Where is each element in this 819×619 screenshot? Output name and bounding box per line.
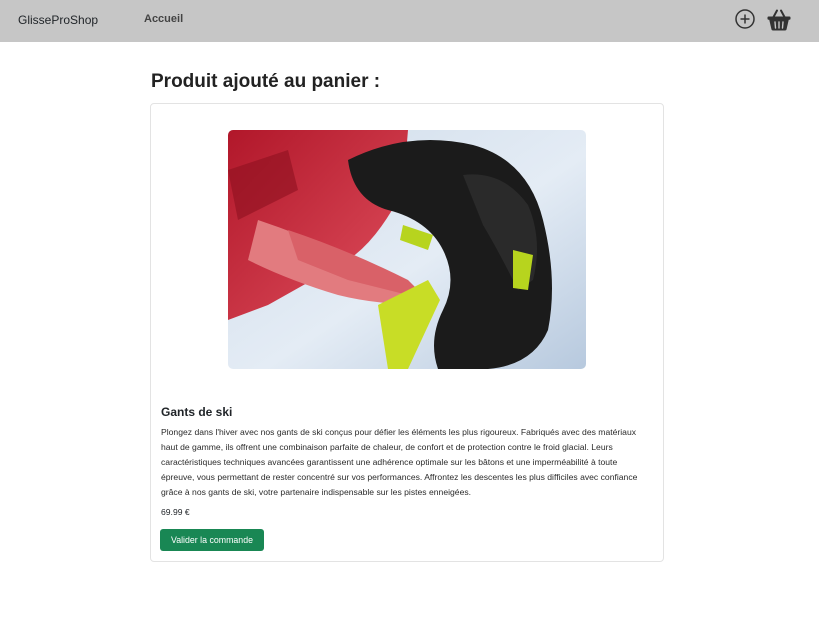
validate-order-button[interactable]: Valider la commande (160, 529, 264, 551)
product-card: Gants de ski Plongez dans l'hiver avec n… (150, 103, 664, 562)
product-price: 69.99 € (161, 507, 190, 517)
nav-link-accueil[interactable]: Accueil (144, 13, 183, 25)
shopping-basket-icon[interactable] (766, 7, 792, 33)
brand-link[interactable]: GlisseProShop (18, 13, 98, 27)
product-name: Gants de ski (161, 405, 233, 419)
navbar: GlisseProShop Accueil (0, 0, 819, 42)
add-circle-icon[interactable] (734, 8, 756, 30)
product-description: Plongez dans l'hiver avec nos gants de s… (161, 427, 638, 497)
product-image (228, 130, 586, 369)
page-title: Produit ajouté au panier : (151, 71, 381, 92)
